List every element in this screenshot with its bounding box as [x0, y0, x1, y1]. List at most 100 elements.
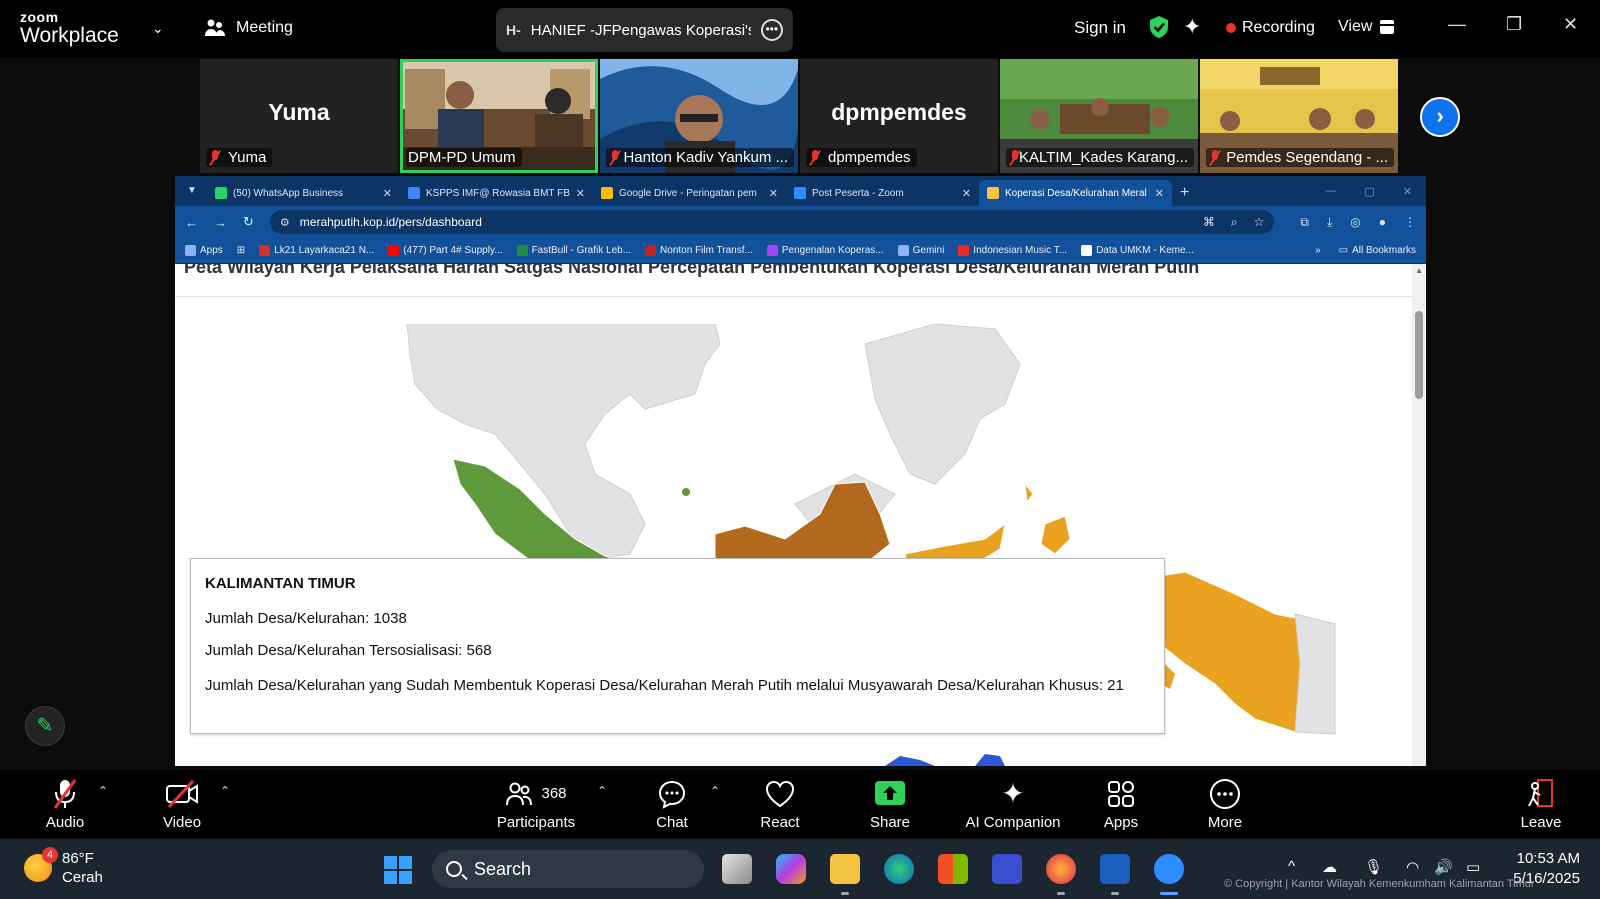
- leave-button[interactable]: Leave: [1520, 776, 1562, 831]
- sparkle-icon[interactable]: ✦: [1183, 14, 1201, 40]
- audio-button[interactable]: Audio: [40, 776, 90, 831]
- new-tab-icon[interactable]: +: [1180, 184, 1189, 202]
- sign-in-link[interactable]: Sign in: [1074, 18, 1126, 38]
- scroll-up-icon[interactable]: ▲: [1415, 266, 1423, 275]
- view-menu[interactable]: View: [1338, 18, 1395, 36]
- participant-tile[interactable]: dpmpemdes dpmpemdes: [800, 59, 998, 173]
- participant-tile[interactable]: KALTIM_Kades Karang...: [1000, 59, 1198, 173]
- participant-tile[interactable]: Hanton Kadiv Yankum ...: [600, 59, 798, 173]
- weather-widget[interactable]: 86°F Cerah: [24, 849, 103, 887]
- video-options-caret-icon[interactable]: ⌃: [220, 784, 230, 798]
- minimize-icon[interactable]: —: [1325, 185, 1336, 198]
- close-tab-icon[interactable]: ✕: [383, 187, 392, 200]
- tab-search-icon[interactable]: ▼: [181, 180, 203, 202]
- share-screen-icon: [866, 776, 914, 812]
- site-info-icon[interactable]: ⚙: [280, 216, 290, 229]
- close-icon[interactable]: ✕: [1403, 185, 1412, 198]
- browser-tab-active[interactable]: Koperasi Desa/Kelurahan Meral ✕: [979, 180, 1172, 206]
- audio-options-caret-icon[interactable]: ⌃: [98, 784, 108, 798]
- profile-avatar[interactable]: ●: [1379, 215, 1386, 230]
- bookmark-item[interactable]: Gemini: [897, 245, 944, 256]
- close-tab-icon[interactable]: ✕: [769, 187, 778, 200]
- bookmark-grid[interactable]: ⊞: [237, 245, 245, 256]
- participant-tile-active[interactable]: DPM-PD Umum: [400, 59, 598, 173]
- participants-button[interactable]: 368 Participants: [490, 776, 582, 831]
- browser-tab[interactable]: (50) WhatsApp Business ✕: [207, 180, 400, 206]
- more-options-icon[interactable]: •••: [760, 19, 783, 41]
- share-button[interactable]: Share: [866, 776, 914, 831]
- word-icon[interactable]: [1100, 854, 1130, 884]
- restore-icon[interactable]: ❐: [1506, 14, 1522, 35]
- zoom-logo[interactable]: zoom Workplace: [20, 10, 119, 46]
- bookmark-item[interactable]: Indonesian Music T...: [958, 245, 1067, 256]
- windows-start-icon[interactable]: [384, 856, 412, 884]
- bookmark-apps[interactable]: Apps: [185, 245, 223, 256]
- bookmark-item[interactable]: FastBull - Grafik Leb...: [516, 245, 631, 256]
- mic-muted-icon: [40, 776, 90, 812]
- forward-icon[interactable]: →: [214, 215, 227, 230]
- meeting-menu[interactable]: Meeting: [204, 18, 293, 38]
- kebab-menu-icon[interactable]: ⋮: [1404, 215, 1416, 230]
- participant-tile[interactable]: Yuma Yuma: [200, 59, 398, 173]
- volume-icon[interactable]: 🔊: [1434, 858, 1453, 876]
- video-button[interactable]: Video: [156, 776, 208, 831]
- annotate-pencil-icon[interactable]: ✎: [25, 706, 65, 746]
- page-scrollbar[interactable]: ▲: [1412, 264, 1426, 766]
- download-icon[interactable]: ⤓: [1327, 215, 1332, 230]
- close-icon[interactable]: ✕: [1563, 14, 1578, 35]
- reload-icon[interactable]: ↻: [243, 214, 254, 230]
- apps-button[interactable]: Apps: [1100, 776, 1142, 831]
- bookmark-item[interactable]: Lk21 Layarkaca21 N...: [259, 245, 374, 256]
- next-page-button[interactable]: ›: [1420, 97, 1460, 137]
- chat-button[interactable]: Chat: [652, 776, 692, 831]
- bookmark-item[interactable]: (477) Part 4# Supply...: [388, 245, 503, 256]
- close-tab-icon[interactable]: ✕: [962, 187, 971, 200]
- file-explorer-icon[interactable]: [830, 854, 860, 884]
- shield-check-icon[interactable]: [1149, 15, 1169, 39]
- visual-studio-icon[interactable]: [992, 854, 1022, 884]
- extensions-icon[interactable]: ⧉: [1300, 215, 1309, 230]
- minimize-icon[interactable]: —: [1448, 14, 1466, 35]
- zoom-app-icon[interactable]: [1154, 854, 1184, 884]
- participants-icon-group: 368: [490, 776, 582, 812]
- bookmark-item[interactable]: Nonton Film Transf...: [645, 245, 753, 256]
- recording-indicator[interactable]: Recording: [1226, 19, 1315, 37]
- wifi-icon[interactable]: ◠: [1406, 858, 1419, 876]
- video-off-icon: [156, 776, 208, 812]
- bookmark-item[interactable]: Data UMKM - Keme...: [1081, 245, 1194, 256]
- task-view-icon[interactable]: [722, 854, 752, 884]
- more-button[interactable]: More: [1204, 776, 1246, 831]
- bookmark-item[interactable]: Pengenalan Koperas...: [766, 245, 884, 256]
- battery-icon[interactable]: ▭: [1466, 858, 1480, 876]
- zoom-icon[interactable]: ⌕: [1231, 215, 1238, 230]
- close-tab-icon[interactable]: ✕: [576, 187, 585, 200]
- firefox-icon[interactable]: [1046, 854, 1076, 884]
- all-bookmarks-button[interactable]: ▭ All Bookmarks: [1339, 245, 1416, 256]
- microphone-icon[interactable]: 🎙: [1364, 858, 1383, 876]
- react-button[interactable]: React: [757, 776, 803, 831]
- chat-options-caret-icon[interactable]: ⌃: [710, 784, 720, 798]
- back-icon[interactable]: ←: [185, 215, 198, 230]
- url-field[interactable]: ⚙ merahputih.kop.id/pers/dashboard ⌘ ⌕ ☆: [269, 210, 1275, 234]
- star-icon[interactable]: ☆: [1254, 215, 1265, 230]
- close-tab-icon[interactable]: ✕: [1155, 187, 1164, 200]
- chevron-down-icon[interactable]: ⌄: [152, 20, 164, 37]
- onedrive-icon[interactable]: ☁: [1322, 858, 1337, 876]
- participant-tile[interactable]: Pemdes Segendang - ...: [1200, 59, 1398, 173]
- more-bookmarks-button[interactable]: »: [1315, 245, 1321, 256]
- browser-tab[interactable]: Post Peserta - Zoom ✕: [786, 180, 979, 206]
- browser-tab[interactable]: KSPPS IMF@ Rowasia BMT FBB ✕: [400, 180, 593, 206]
- show-hidden-icons-chevron-icon[interactable]: ^: [1288, 858, 1295, 875]
- browser-tab[interactable]: Google Drive - Peringatan pem ✕: [593, 180, 786, 206]
- participants-options-caret-icon[interactable]: ⌃: [597, 784, 607, 798]
- meeting-title-pill[interactable]: H- HANIEF -JFPengawas Koperasi's s •••: [496, 8, 793, 52]
- copilot-icon[interactable]: [776, 854, 806, 884]
- edge-icon[interactable]: [884, 854, 914, 884]
- translate-icon[interactable]: ⌘: [1203, 215, 1215, 230]
- ai-companion-button[interactable]: ✦ AI Companion: [960, 776, 1066, 831]
- restore-icon[interactable]: ▢: [1364, 185, 1374, 198]
- taskbar-search[interactable]: Search: [432, 850, 704, 888]
- vpn-icon[interactable]: ◎: [1350, 215, 1360, 230]
- microsoft-store-icon[interactable]: [938, 854, 968, 884]
- scrollbar-thumb[interactable]: [1415, 311, 1423, 399]
